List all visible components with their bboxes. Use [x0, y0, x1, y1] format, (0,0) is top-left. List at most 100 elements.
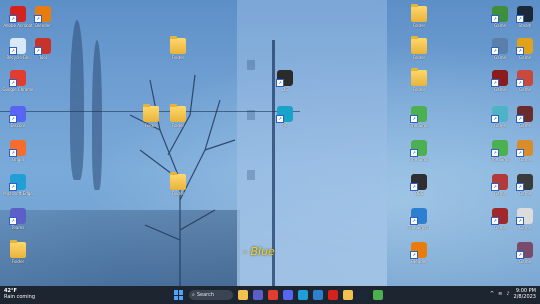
- desktop: - Blue ↗ Adobe Acrobat ↗ Blender ↗ Recycle Bi…: [0, 0, 540, 286]
- weather-widget[interactable]: 42°F Rain coming: [4, 288, 35, 300]
- shortcut-arrow-icon: ↗: [491, 15, 499, 23]
- shortcut-arrow-icon: ↗: [34, 15, 42, 23]
- desktop-icon-label: Blender: [35, 23, 51, 28]
- sims-icon: ↗: [410, 106, 427, 123]
- folder-icon: [411, 36, 427, 54]
- system-tray: ^ ≋ ♪ 9:00 PM 2/8/2023: [490, 288, 536, 300]
- shortcut-arrow-icon: ↗: [34, 47, 42, 55]
- shortcut-arrow-icon: ↗: [516, 217, 524, 225]
- shortcut-arrow-icon: ↗: [491, 79, 499, 87]
- desktop-icon-folder-left[interactable]: Folder: [5, 240, 31, 264]
- desktop-icon-sims1[interactable]: ↗ The Sims: [406, 106, 432, 128]
- desktop-icon-tool[interactable]: ↗ Tool: [30, 38, 56, 60]
- file-explorer-icon[interactable]: [238, 290, 248, 300]
- cypress-tree: [92, 40, 102, 190]
- folder-icon: [10, 240, 26, 258]
- desktop-icon-pc[interactable]: ↗ PC: [272, 106, 298, 128]
- shortcut-arrow-icon: ↗: [516, 47, 524, 55]
- desktop-icon-origin[interactable]: ↗ Origin: [5, 140, 31, 162]
- game-icon: ↗: [516, 208, 533, 225]
- desktop-icon-label: Folder: [171, 123, 185, 128]
- volume-icon[interactable]: ♪: [506, 291, 509, 297]
- shortcut-arrow-icon: ↗: [491, 115, 499, 123]
- desktop-icon-folder-r1[interactable]: Folder: [406, 4, 432, 28]
- shortcut-arrow-icon: ↗: [9, 79, 17, 87]
- clock[interactable]: 9:00 PM 2/8/2023: [514, 288, 536, 300]
- desktop-icon-teams[interactable]: ↗ Teams: [5, 208, 31, 230]
- wifi-icon[interactable]: ≋: [498, 291, 502, 297]
- app-icon: ↗: [276, 70, 293, 87]
- shortcut-arrow-icon: ↗: [516, 15, 524, 23]
- desktop-icon-folder-a[interactable]: Folder: [165, 36, 191, 60]
- desktop-icon-label: Origin: [11, 157, 25, 162]
- shortcut-arrow-icon: ↗: [516, 251, 524, 259]
- desktop-icon-game10[interactable]: ↗ Game: [512, 174, 538, 196]
- desktop-icon-game13[interactable]: ↗ Game: [512, 242, 538, 264]
- desktop-icon-label: The Sims: [409, 123, 429, 128]
- acrobat-icon: ↗: [9, 6, 26, 23]
- steam-icon[interactable]: [358, 290, 368, 300]
- desktop-icon-folder-r2[interactable]: Folder: [406, 36, 432, 60]
- desktop-icon-folder-c[interactable]: Folder: [165, 104, 191, 128]
- desktop-icon-edge[interactable]: ↗ Microsoft Edge: [3, 174, 33, 196]
- desktop-icon-folder-r3[interactable]: Folder: [406, 68, 432, 92]
- sims-icon[interactable]: [373, 290, 383, 300]
- desktop-icon-label: Game: [519, 157, 531, 162]
- chat-icon[interactable]: [253, 290, 263, 300]
- shortcut-arrow-icon: ↗: [410, 149, 418, 157]
- desktop-icon-sims2[interactable]: ↗ The Sims: [406, 140, 432, 162]
- chevron-up-icon[interactable]: ^: [490, 291, 494, 297]
- desktop-icon-label: Tool: [39, 55, 47, 60]
- desktop-icon-obs[interactable]: ↗ OBS: [406, 174, 432, 196]
- desktop-icon-game3[interactable]: ↗ Game: [512, 38, 538, 60]
- folder-icon: [170, 172, 186, 190]
- game-icon: ↗: [491, 70, 508, 87]
- folder-icon: [143, 104, 159, 122]
- discord-icon[interactable]: [283, 290, 293, 300]
- blender-icon: ↗: [410, 242, 427, 259]
- folder-icon: [411, 4, 427, 22]
- game-icon: ↗: [491, 106, 508, 123]
- search-label: Search: [196, 292, 214, 298]
- shortcut-arrow-icon: ↗: [491, 149, 499, 157]
- chrome-icon: ↗: [9, 70, 26, 87]
- game-icon: ↗: [491, 174, 508, 191]
- desktop-icon-folder-d[interactable]: Folder: [165, 172, 191, 196]
- chrome-icon[interactable]: [268, 290, 278, 300]
- desktop-icon-discord[interactable]: ↗ Discord: [5, 106, 31, 128]
- desktop-icon-label: Folder: [412, 55, 426, 60]
- folder-icon[interactable]: [343, 290, 353, 300]
- game-icon: ↗: [491, 208, 508, 225]
- desktop-icon-game12[interactable]: ↗ Game: [512, 208, 538, 230]
- shortcut-arrow-icon: ↗: [491, 183, 499, 191]
- desktop-icon-steam[interactable]: ↗ Steam: [512, 6, 538, 28]
- desktop-icon-game5[interactable]: ↗ Game: [512, 70, 538, 92]
- shortcut-arrow-icon: ↗: [9, 183, 17, 191]
- desktop-icon-label: Game: [519, 191, 531, 196]
- shortcut-arrow-icon: ↗: [410, 217, 418, 225]
- wallpaper-caption: - Blue: [243, 245, 275, 258]
- desktop-icon-game8[interactable]: ↗ Game: [512, 140, 538, 162]
- taskbar-search[interactable]: ⌕ Search: [189, 290, 233, 300]
- folder-icon: [170, 104, 186, 122]
- desktop-icon-chrome[interactable]: ↗ Google Chrome: [2, 70, 34, 92]
- desktop-icon-game7[interactable]: ↗ Game: [512, 106, 538, 128]
- desktop-icon-label: Folder: [11, 259, 25, 264]
- desktop-icon-blender2[interactable]: ↗ Blender: [406, 242, 432, 264]
- sims-icon: ↗: [410, 208, 427, 225]
- desktop-icon-blender1[interactable]: ↗ Blender: [30, 6, 56, 28]
- taskbar: 42°F Rain coming ⌕ Search ^ ≋ ♪ 9:00 PM …: [0, 286, 540, 304]
- mail-icon[interactable]: [328, 290, 338, 300]
- start-button[interactable]: [174, 290, 184, 300]
- edge-icon[interactable]: [298, 290, 308, 300]
- game-icon: ↗: [516, 38, 533, 55]
- app-icon: ↗: [276, 106, 293, 123]
- desktop-icon-ds[interactable]: ↗ DS: [272, 70, 298, 92]
- shortcut-arrow-icon: ↗: [9, 149, 17, 157]
- desktop-icon-sims4[interactable]: ↗ The Sims 4: [406, 208, 432, 230]
- desktop-icon-label: Folder: [171, 55, 185, 60]
- weather-condition: Rain coming: [4, 294, 35, 300]
- store-icon[interactable]: [313, 290, 323, 300]
- sims-icon: ↗: [410, 140, 427, 157]
- shortcut-arrow-icon: ↗: [410, 251, 418, 259]
